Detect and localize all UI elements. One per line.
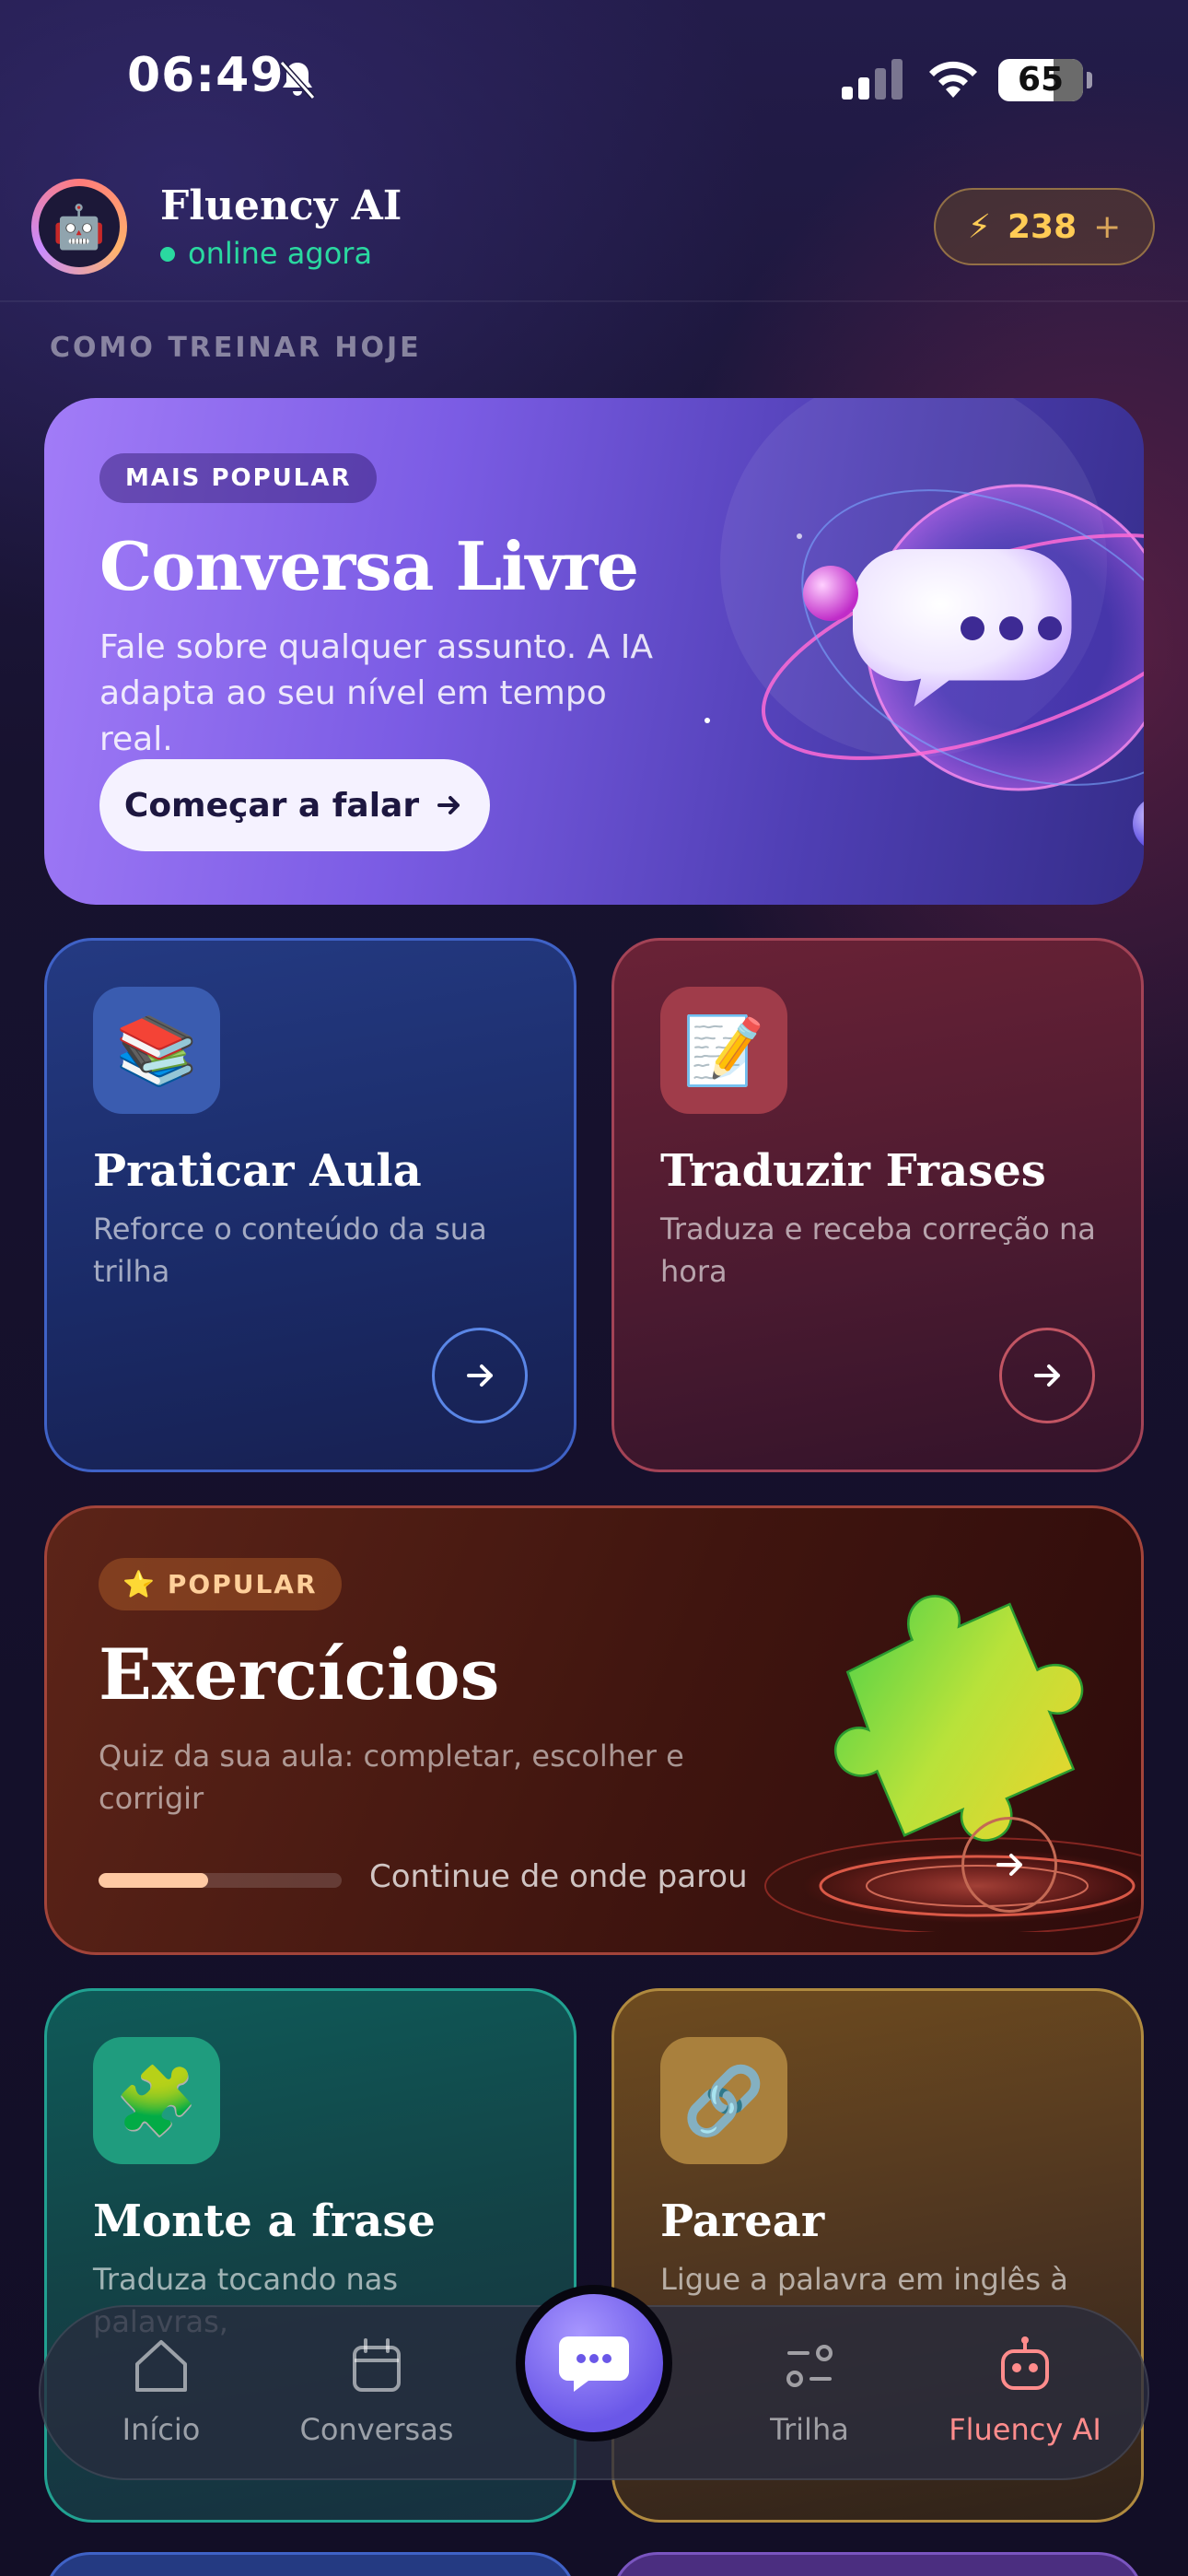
robot-icon: 🤖 xyxy=(39,186,120,267)
app-title: Fluency AI xyxy=(160,182,402,229)
nav-item-inicio[interactable]: Início xyxy=(55,2333,267,2471)
nav-label-conversas: Conversas xyxy=(299,2412,454,2447)
match-pairs-description: Ligue a palavra em inglês à xyxy=(660,2262,1068,2297)
translate-arrow-button[interactable] xyxy=(999,1328,1095,1423)
avatar[interactable]: 🤖 xyxy=(31,179,127,275)
start-speaking-label: Começar a falar xyxy=(123,786,420,825)
star-icon: ⭐ xyxy=(122,1569,157,1599)
calendar-icon xyxy=(353,2338,401,2392)
exercises-description: Quiz da sua aula: completar, escolher e … xyxy=(99,1739,684,1816)
section-label: COMO TREINAR HOJE xyxy=(50,332,422,364)
arrow-right-icon xyxy=(467,1364,493,1387)
battery-indicator: 65 xyxy=(998,59,1092,101)
chat-fab-button[interactable] xyxy=(516,2285,672,2441)
arrow-right-icon xyxy=(996,1854,1022,1876)
link-icon: 🔗 xyxy=(660,2037,787,2164)
exercises-progress-fill xyxy=(99,1873,208,1888)
next-card-left[interactable] xyxy=(44,2552,577,2576)
hero-description: Fale sobre qualquer assunto. A IA adapta… xyxy=(99,628,653,758)
build-sentence-title: Monte a frase xyxy=(93,2195,436,2247)
exercises-arrow-button[interactable] xyxy=(961,1817,1057,1913)
nav-item-fluency-ai[interactable]: Fluency AI xyxy=(919,2333,1131,2471)
cellular-signal-icon xyxy=(842,59,903,100)
translate-title: Traduzir Frases xyxy=(660,1145,1046,1197)
home-icon xyxy=(135,2340,187,2392)
battery-level: 65 xyxy=(1017,61,1065,99)
chat-bubble-orbit-illustration xyxy=(705,484,1144,846)
path-icon xyxy=(786,2345,833,2387)
start-speaking-button[interactable]: Começar a falar xyxy=(99,759,490,851)
lightning-icon: ⚡ xyxy=(967,207,991,246)
online-status-text: online agora xyxy=(188,236,373,271)
header-divider xyxy=(0,300,1188,302)
popular-badge: ⭐ POPULAR xyxy=(99,1558,342,1610)
practice-lesson-card[interactable]: 📚 Praticar Aula Reforce o conteúdo da su… xyxy=(44,938,577,1472)
robot-icon xyxy=(1001,2336,1049,2390)
online-status-dot xyxy=(160,247,175,262)
nav-item-conversas[interactable]: Conversas xyxy=(271,2333,483,2471)
practice-lesson-description: Reforce o conteúdo da sua trilha xyxy=(93,1212,487,1289)
books-icon: 📚 xyxy=(93,987,220,1114)
practice-lesson-arrow-button[interactable] xyxy=(432,1328,528,1423)
wifi-icon xyxy=(929,61,977,98)
popular-badge-label: POPULAR xyxy=(167,1569,318,1599)
hero-title: Conversa Livre xyxy=(99,527,639,605)
translate-description: Traduza e receba correção na hora xyxy=(660,1212,1096,1289)
most-popular-badge: MAIS POPULAR xyxy=(99,453,378,503)
nav-item-trilha[interactable]: Trilha xyxy=(704,2333,915,2471)
puzzle-icon: 🧩 xyxy=(93,2037,220,2164)
bell-muted-icon xyxy=(279,60,316,100)
puzzle-piece-illustration xyxy=(764,1595,1141,1932)
arrow-right-icon xyxy=(437,796,460,814)
points-badge[interactable]: ⚡ 238 + xyxy=(934,188,1155,265)
points-value: 238 xyxy=(1007,207,1077,246)
points-plus: + xyxy=(1093,207,1122,246)
exercises-progress-bar xyxy=(99,1873,342,1888)
conversa-livre-card[interactable]: MAIS POPULAR Conversa Livre Fale sobre q… xyxy=(44,398,1144,905)
exercises-title: Exercícios xyxy=(99,1633,500,1715)
nav-label-inicio: Início xyxy=(122,2412,201,2447)
memo-icon: 📝 xyxy=(660,987,787,1114)
translate-sentences-card[interactable]: 📝 Traduzir Frases Traduza e receba corre… xyxy=(611,938,1144,1472)
status-time: 06:49 xyxy=(127,48,285,103)
match-pairs-title: Parear xyxy=(660,2195,825,2247)
nav-label-fluency-ai: Fluency AI xyxy=(949,2412,1101,2447)
chat-bubble-icon xyxy=(559,2336,629,2392)
practice-lesson-title: Praticar Aula xyxy=(93,1145,422,1197)
next-card-right[interactable] xyxy=(611,2552,1144,2576)
nav-label-trilha: Trilha xyxy=(770,2412,849,2447)
arrow-right-icon xyxy=(1034,1364,1060,1387)
